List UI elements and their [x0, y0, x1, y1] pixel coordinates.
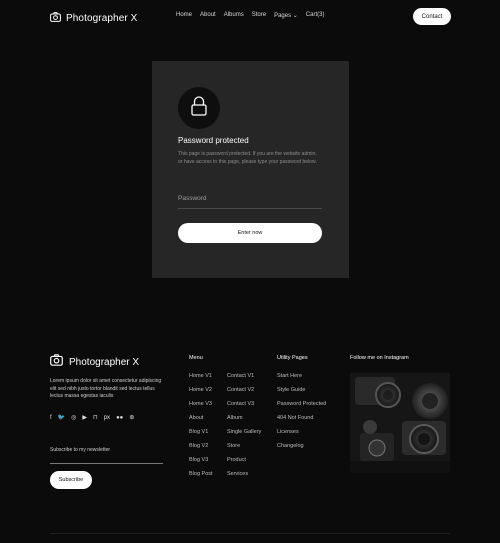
subscribe-button[interactable]: Subscribe [50, 471, 92, 489]
footer-link-about[interactable]: About [189, 415, 213, 422]
card-title: Password protected [178, 136, 249, 145]
footer-logo[interactable]: Photographer X [50, 353, 139, 371]
footer-link-blog-v3[interactable]: Blog V3 [189, 457, 213, 464]
utility-list: Start Here Style Guide Password Protecte… [277, 373, 326, 450]
footer-link-contact-v1[interactable]: Contact V1 [227, 373, 261, 380]
social-links: f 🐦 ◎ ▶ ⊓ px ●● ⊛ [50, 414, 134, 422]
password-card: Password protected This page is password… [152, 61, 349, 278]
utility-title: Utility Pages [277, 355, 308, 361]
footer-link-home-v3[interactable]: Home V3 [189, 401, 213, 408]
instagram-image[interactable] [350, 373, 450, 473]
500px-icon[interactable]: px [104, 415, 110, 421]
footer-link-contact-v2[interactable]: Contact V2 [227, 387, 261, 394]
logo[interactable]: Photographer X [50, 9, 137, 27]
main-nav: Home About Albums Store Pages ⌄ Cart(3) [176, 12, 324, 19]
menu-col-2: Contact V1 Contact V2 Contact V3 Album S… [227, 373, 261, 478]
dribbble-icon[interactable]: ⊛ [129, 414, 134, 421]
footer-link-product[interactable]: Product [227, 457, 261, 464]
enter-now-button[interactable]: Enter now [178, 223, 322, 243]
unsplash-icon[interactable]: ⊓ [93, 414, 98, 421]
twitter-icon[interactable]: 🐦 [58, 414, 65, 421]
lock-badge [178, 87, 220, 129]
footer-divider [50, 533, 450, 534]
footer-link-home-v2[interactable]: Home V2 [189, 387, 213, 394]
footer-link-changelog[interactable]: Changelog [277, 443, 326, 450]
footer-link-start-here[interactable]: Start Here [277, 373, 326, 380]
facebook-icon[interactable]: f [50, 415, 52, 421]
instagram-title: Follow me on Instagram [350, 355, 409, 361]
nav-item-home[interactable]: Home [176, 12, 192, 19]
footer-link-404[interactable]: 404 Not Found [277, 415, 326, 422]
footer-link-contact-v3[interactable]: Contact V3 [227, 401, 261, 408]
menu-col-1: Home V1 Home V2 Home V3 About Blog V1 Bl… [189, 373, 213, 478]
newsletter-email-input[interactable] [50, 463, 163, 464]
site-header: Photographer X Home About Albums Store P… [0, 0, 500, 34]
footer-link-style-guide[interactable]: Style Guide [277, 387, 326, 394]
instagram-icon[interactable]: ◎ [71, 414, 76, 421]
youtube-icon[interactable]: ▶ [82, 414, 87, 421]
newsletter-label: Subscribe to my newsletter [50, 447, 111, 453]
lock-icon [191, 95, 207, 121]
footer-description: Lorem ipsum dolor sit amet consectetur a… [50, 378, 162, 399]
card-description: This page is password protected. If you … [178, 151, 317, 165]
footer-link-licenses[interactable]: Licenses [277, 429, 326, 436]
nav-item-albums[interactable]: Albums [224, 12, 244, 19]
nav-item-store[interactable]: Store [252, 12, 266, 19]
camera-icon [50, 9, 61, 27]
footer-link-password-protected[interactable]: Password Protected [277, 401, 326, 408]
nav-item-pages[interactable]: Pages ⌄ [274, 12, 298, 19]
password-input[interactable]: Password [178, 195, 207, 202]
footer-link-album[interactable]: Album [227, 415, 261, 422]
nav-item-cart[interactable]: Cart(3) [306, 12, 325, 19]
footer-link-blog-v2[interactable]: Blog V2 [189, 443, 213, 450]
camera-icon [50, 353, 63, 371]
flickr-icon[interactable]: ●● [116, 415, 123, 421]
footer-link-store[interactable]: Store [227, 443, 261, 450]
password-input-underline [178, 208, 322, 209]
contact-button[interactable]: Contact [413, 8, 451, 25]
footer-link-home-v1[interactable]: Home V1 [189, 373, 213, 380]
footer-link-blog-v1[interactable]: Blog V1 [189, 429, 213, 436]
footer-logo-text: Photographer X [69, 356, 140, 368]
footer-link-services[interactable]: Services [227, 471, 261, 478]
nav-item-about[interactable]: About [200, 12, 216, 19]
footer-link-blog-post[interactable]: Blog Post [189, 471, 213, 478]
footer-link-single-gallery[interactable]: Single Gallery [227, 429, 261, 436]
menu-title: Menu [189, 355, 203, 361]
logo-text: Photographer X [66, 12, 138, 24]
